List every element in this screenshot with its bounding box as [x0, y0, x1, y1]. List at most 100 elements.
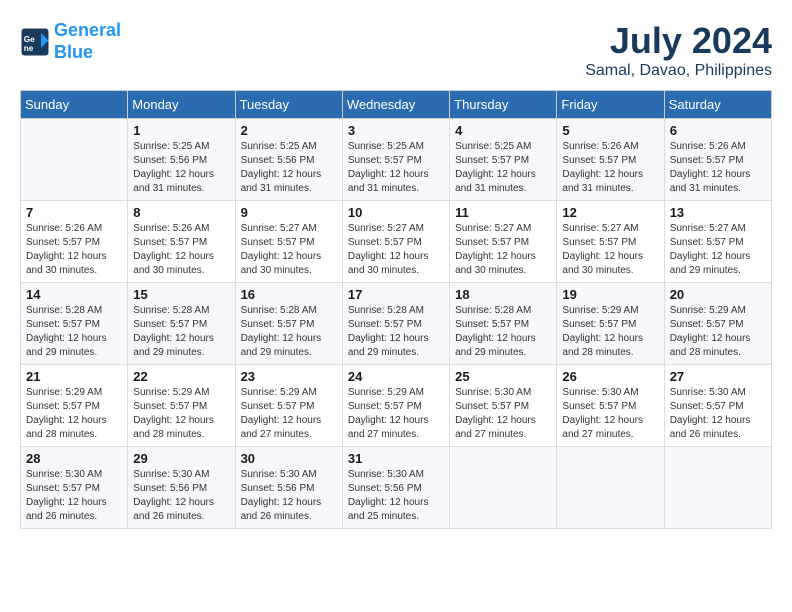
day-number: 26 [562, 369, 658, 384]
day-number: 16 [241, 287, 337, 302]
calendar-cell: 23Sunrise: 5:29 AMSunset: 5:57 PMDayligh… [235, 365, 342, 447]
svg-text:Ge: Ge [24, 35, 35, 44]
day-number: 5 [562, 123, 658, 138]
day-detail: Sunrise: 5:27 AMSunset: 5:57 PMDaylight:… [670, 222, 766, 278]
day-detail: Sunrise: 5:30 AMSunset: 5:56 PMDaylight:… [348, 468, 444, 524]
logo-icon: Ge ne [20, 27, 50, 57]
day-number: 14 [26, 287, 122, 302]
weekday-header: Sunday [21, 91, 128, 119]
month-title: July 2024 [585, 20, 772, 62]
day-detail: Sunrise: 5:30 AMSunset: 5:56 PMDaylight:… [133, 468, 229, 524]
day-detail: Sunrise: 5:28 AMSunset: 5:57 PMDaylight:… [133, 304, 229, 360]
weekday-header: Thursday [450, 91, 557, 119]
day-detail: Sunrise: 5:25 AMSunset: 5:57 PMDaylight:… [455, 140, 551, 196]
day-detail: Sunrise: 5:28 AMSunset: 5:57 PMDaylight:… [348, 304, 444, 360]
day-number: 25 [455, 369, 551, 384]
calendar-cell: 8 Sunrise: 5:26 AMSunset: 5:57 PMDaylight… [128, 201, 235, 283]
day-number: 7 [26, 205, 122, 220]
calendar-cell: 24 Sunrise: 5:29 AMSunset: 5:57 PMDayligh… [342, 365, 449, 447]
day-number: 8 [133, 205, 229, 220]
calendar-cell [557, 447, 664, 529]
day-number: 28 [26, 451, 122, 466]
calendar-cell: 29 Sunrise: 5:30 AMSunset: 5:56 PMDayligh… [128, 447, 235, 529]
calendar-cell: 21Sunrise: 5:29 AMSunset: 5:57 PMDayligh… [21, 365, 128, 447]
day-detail: Sunrise: 5:29 AMSunset: 5:57 PMDaylight:… [348, 386, 444, 442]
calendar-cell: 27 Sunrise: 5:30 AMSunset: 5:57 PMDayligh… [664, 365, 771, 447]
day-number: 17 [348, 287, 444, 302]
page-header: Ge ne GeneralBlue July 2024 Samal, Davao… [20, 20, 772, 80]
calendar-cell: 6Sunrise: 5:26 AMSunset: 5:57 PMDaylight… [664, 119, 771, 201]
day-detail: Sunrise: 5:30 AMSunset: 5:57 PMDaylight:… [562, 386, 658, 442]
day-number: 10 [348, 205, 444, 220]
day-detail: Sunrise: 5:27 AMSunset: 5:57 PMDaylight:… [348, 222, 444, 278]
calendar-cell: 19Sunrise: 5:29 AMSunset: 5:57 PMDayligh… [557, 283, 664, 365]
calendar-week-row: 14 Sunrise: 5:28 AMSunset: 5:57 PMDayligh… [21, 283, 772, 365]
day-number: 19 [562, 287, 658, 302]
day-detail: Sunrise: 5:25 AMSunset: 5:56 PMDaylight:… [133, 140, 229, 196]
calendar-cell: 2Sunrise: 5:25 AMSunset: 5:56 PMDaylight… [235, 119, 342, 201]
day-detail: Sunrise: 5:28 AMSunset: 5:57 PMDaylight:… [455, 304, 551, 360]
calendar-cell: 12 Sunrise: 5:27 AMSunset: 5:57 PMDayligh… [557, 201, 664, 283]
calendar-cell [664, 447, 771, 529]
calendar-cell: 3 Sunrise: 5:25 AMSunset: 5:57 PMDaylight… [342, 119, 449, 201]
weekday-header: Monday [128, 91, 235, 119]
day-number: 20 [670, 287, 766, 302]
calendar-cell: 1 Sunrise: 5:25 AMSunset: 5:56 PMDaylight… [128, 119, 235, 201]
day-detail: Sunrise: 5:30 AMSunset: 5:56 PMDaylight:… [241, 468, 337, 524]
calendar-cell: 15 Sunrise: 5:28 AMSunset: 5:57 PMDayligh… [128, 283, 235, 365]
calendar-cell: 7 Sunrise: 5:26 AMSunset: 5:57 PMDaylight… [21, 201, 128, 283]
calendar-cell: 13Sunrise: 5:27 AMSunset: 5:57 PMDayligh… [664, 201, 771, 283]
calendar-cell [21, 119, 128, 201]
day-number: 22 [133, 369, 229, 384]
calendar-cell: 30 Sunrise: 5:30 AMSunset: 5:56 PMDayligh… [235, 447, 342, 529]
day-number: 29 [133, 451, 229, 466]
day-detail: Sunrise: 5:26 AMSunset: 5:57 PMDaylight:… [26, 222, 122, 278]
day-number: 6 [670, 123, 766, 138]
day-detail: Sunrise: 5:25 AMSunset: 5:57 PMDaylight:… [348, 140, 444, 196]
day-number: 27 [670, 369, 766, 384]
calendar-week-row: 1 Sunrise: 5:25 AMSunset: 5:56 PMDaylight… [21, 119, 772, 201]
day-detail: Sunrise: 5:26 AMSunset: 5:57 PMDaylight:… [133, 222, 229, 278]
calendar-cell: 20 Sunrise: 5:29 AMSunset: 5:57 PMDayligh… [664, 283, 771, 365]
day-number: 4 [455, 123, 551, 138]
day-number: 1 [133, 123, 229, 138]
calendar-week-row: 28 Sunrise: 5:30 AMSunset: 5:57 PMDayligh… [21, 447, 772, 529]
day-detail: Sunrise: 5:28 AMSunset: 5:57 PMDaylight:… [26, 304, 122, 360]
calendar-cell: 4 Sunrise: 5:25 AMSunset: 5:57 PMDaylight… [450, 119, 557, 201]
day-number: 30 [241, 451, 337, 466]
calendar-cell: 22Sunrise: 5:29 AMSunset: 5:57 PMDayligh… [128, 365, 235, 447]
day-number: 3 [348, 123, 444, 138]
day-number: 11 [455, 205, 551, 220]
day-number: 21 [26, 369, 122, 384]
calendar-cell: 31 Sunrise: 5:30 AMSunset: 5:56 PMDayligh… [342, 447, 449, 529]
day-detail: Sunrise: 5:30 AMSunset: 5:57 PMDaylight:… [455, 386, 551, 442]
weekday-header: Friday [557, 91, 664, 119]
calendar-week-row: 7 Sunrise: 5:26 AMSunset: 5:57 PMDaylight… [21, 201, 772, 283]
logo: Ge ne GeneralBlue [20, 20, 121, 63]
day-detail: Sunrise: 5:27 AMSunset: 5:57 PMDaylight:… [241, 222, 337, 278]
calendar-cell: 18 Sunrise: 5:28 AMSunset: 5:57 PMDayligh… [450, 283, 557, 365]
weekday-header-row: SundayMondayTuesdayWednesdayThursdayFrid… [21, 91, 772, 119]
calendar-cell [450, 447, 557, 529]
day-detail: Sunrise: 5:30 AMSunset: 5:57 PMDaylight:… [670, 386, 766, 442]
weekday-header: Tuesday [235, 91, 342, 119]
day-detail: Sunrise: 5:27 AMSunset: 5:57 PMDaylight:… [562, 222, 658, 278]
weekday-header: Wednesday [342, 91, 449, 119]
day-detail: Sunrise: 5:30 AMSunset: 5:57 PMDaylight:… [26, 468, 122, 524]
day-detail: Sunrise: 5:29 AMSunset: 5:57 PMDaylight:… [670, 304, 766, 360]
day-number: 15 [133, 287, 229, 302]
calendar-cell: 5 Sunrise: 5:26 AMSunset: 5:57 PMDaylight… [557, 119, 664, 201]
location: Samal, Davao, Philippines [585, 62, 772, 80]
day-detail: Sunrise: 5:26 AMSunset: 5:57 PMDaylight:… [562, 140, 658, 196]
day-number: 31 [348, 451, 444, 466]
day-number: 12 [562, 205, 658, 220]
svg-text:ne: ne [24, 44, 34, 53]
calendar-cell: 10 Sunrise: 5:27 AMSunset: 5:57 PMDayligh… [342, 201, 449, 283]
title-block: July 2024 Samal, Davao, Philippines [585, 20, 772, 80]
calendar-cell: 26 Sunrise: 5:30 AMSunset: 5:57 PMDayligh… [557, 365, 664, 447]
day-number: 18 [455, 287, 551, 302]
logo-text: GeneralBlue [54, 20, 121, 63]
day-number: 24 [348, 369, 444, 384]
calendar-cell: 16Sunrise: 5:28 AMSunset: 5:57 PMDayligh… [235, 283, 342, 365]
calendar-cell: 11Sunrise: 5:27 AMSunset: 5:57 PMDayligh… [450, 201, 557, 283]
